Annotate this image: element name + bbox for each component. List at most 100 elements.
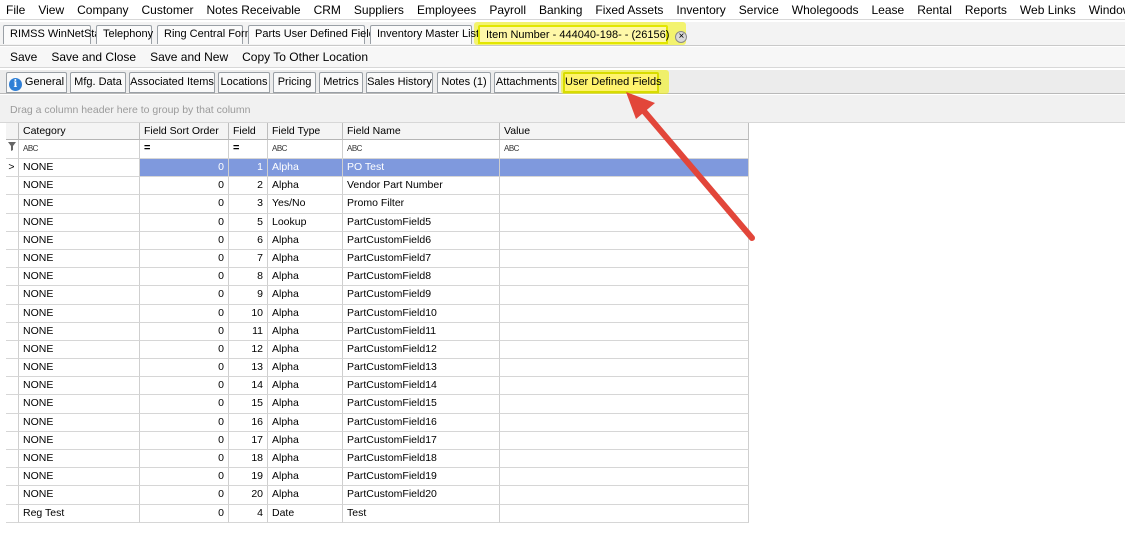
cell-value[interactable] (500, 395, 749, 414)
menu-suppliers[interactable]: Suppliers (354, 3, 404, 17)
menu-fixed-assets[interactable]: Fixed Assets (595, 3, 663, 17)
doc-tab-item-number-444040-198-26156[interactable]: Item Number - 444040-198- - (26156) × (478, 25, 688, 44)
doc-tab-ring-central-form[interactable]: Ring Central Form (157, 25, 254, 44)
save-and-new-button[interactable]: Save and New (150, 50, 228, 64)
copy-to-other-location-button[interactable]: Copy To Other Location (242, 50, 368, 64)
cell-field[interactable]: 4 (229, 504, 268, 523)
cell-category[interactable]: NONE (19, 213, 140, 232)
row-indicator[interactable] (6, 304, 19, 323)
filter-cell-type[interactable]: ABC (268, 140, 343, 159)
row-indicator[interactable] (6, 486, 19, 505)
cell-field[interactable]: 17 (229, 431, 268, 450)
menu-employees[interactable]: Employees (417, 3, 476, 17)
filter-cell-field[interactable]: = (229, 140, 268, 159)
group-by-panel[interactable]: Drag a column header here to group by th… (0, 95, 1125, 123)
column-header-sort[interactable]: Field Sort Order (140, 123, 229, 140)
cell-category[interactable]: NONE (19, 177, 140, 196)
menu-web-links[interactable]: Web Links (1020, 3, 1076, 17)
tab-locations[interactable]: Locations (218, 72, 270, 93)
cell-name[interactable]: PartCustomField8 (343, 268, 500, 287)
cell-value[interactable] (500, 195, 749, 214)
row-indicator[interactable] (6, 195, 19, 214)
cell-field[interactable]: 13 (229, 359, 268, 378)
cell-name[interactable]: Promo Filter (343, 195, 500, 214)
cell-type[interactable]: Alpha (268, 304, 343, 323)
tab-attachments[interactable]: Attachments (494, 72, 559, 93)
cell-field[interactable]: 9 (229, 286, 268, 305)
cell-category[interactable]: NONE (19, 322, 140, 341)
row-indicator[interactable] (6, 359, 19, 378)
column-header-name[interactable]: Field Name (343, 123, 500, 140)
menu-rental[interactable]: Rental (917, 3, 952, 17)
cell-category[interactable]: NONE (19, 304, 140, 323)
cell-name[interactable]: PO Test (343, 159, 500, 178)
cell-category[interactable]: NONE (19, 395, 140, 414)
cell-category[interactable]: NONE (19, 486, 140, 505)
cell-value[interactable] (500, 431, 749, 450)
menu-view[interactable]: View (38, 3, 64, 17)
column-header-category[interactable]: Category (19, 123, 140, 140)
cell-type[interactable]: Alpha (268, 395, 343, 414)
cell-value[interactable] (500, 268, 749, 287)
menu-customer[interactable]: Customer (142, 3, 194, 17)
cell-name[interactable]: Vendor Part Number (343, 177, 500, 196)
row-indicator[interactable]: > (6, 159, 19, 178)
cell-category[interactable]: NONE (19, 359, 140, 378)
cell-field[interactable]: 20 (229, 486, 268, 505)
cell-category[interactable]: NONE (19, 340, 140, 360)
cell-value[interactable] (500, 213, 749, 232)
cell-field[interactable]: 16 (229, 413, 268, 432)
menu-payroll[interactable]: Payroll (489, 3, 526, 17)
tab-pricing[interactable]: Pricing (273, 72, 316, 93)
cell-sort[interactable]: 0 (140, 213, 229, 232)
cell-type[interactable]: Alpha (268, 486, 343, 505)
cell-value[interactable] (500, 322, 749, 341)
cell-name[interactable]: PartCustomField19 (343, 468, 500, 487)
tab-notes-1[interactable]: Notes (1) (437, 72, 491, 93)
cell-sort[interactable]: 0 (140, 486, 229, 505)
cell-name[interactable]: PartCustomField13 (343, 359, 500, 378)
doc-tab-inventory-master-list[interactable]: Inventory Master List (370, 25, 479, 44)
row-indicator[interactable] (6, 450, 19, 469)
filter-cell-value[interactable]: ABC (500, 140, 749, 159)
cell-sort[interactable]: 0 (140, 377, 229, 396)
cell-name[interactable]: PartCustomField12 (343, 340, 500, 360)
cell-field[interactable]: 8 (229, 268, 268, 287)
cell-field[interactable]: 10 (229, 304, 268, 323)
cell-name[interactable]: PartCustomField20 (343, 486, 500, 505)
cell-field[interactable]: 2 (229, 177, 268, 196)
cell-field[interactable]: 11 (229, 322, 268, 341)
cell-sort[interactable]: 0 (140, 431, 229, 450)
cell-type[interactable]: Date (268, 504, 343, 523)
cell-type[interactable]: Alpha (268, 159, 343, 178)
cell-type[interactable]: Alpha (268, 468, 343, 487)
menu-notes-receivable[interactable]: Notes Receivable (207, 3, 301, 17)
column-header-field[interactable]: Field (229, 123, 268, 140)
column-header-value[interactable]: Value (500, 123, 749, 140)
cell-sort[interactable]: 0 (140, 450, 229, 469)
doc-tab-rimss-winnetstar[interactable]: RIMSS WinNetStar (3, 25, 104, 44)
cell-sort[interactable]: 0 (140, 195, 229, 214)
cell-sort[interactable]: 0 (140, 159, 229, 178)
cell-category[interactable]: NONE (19, 249, 140, 269)
cell-value[interactable] (500, 359, 749, 378)
cell-type[interactable]: Alpha (268, 359, 343, 378)
cell-value[interactable] (500, 377, 749, 396)
menu-reports[interactable]: Reports (965, 3, 1007, 17)
cell-type[interactable]: Alpha (268, 450, 343, 469)
row-indicator[interactable] (6, 431, 19, 450)
cell-category[interactable]: NONE (19, 468, 140, 487)
row-indicator[interactable] (6, 286, 19, 305)
cell-sort[interactable]: 0 (140, 231, 229, 250)
filter-cell-category[interactable]: ABC (19, 140, 140, 159)
cell-value[interactable] (500, 304, 749, 323)
cell-field[interactable]: 14 (229, 377, 268, 396)
row-indicator[interactable] (6, 468, 19, 487)
cell-value[interactable] (500, 413, 749, 432)
row-indicator[interactable] (6, 249, 19, 269)
menu-company[interactable]: Company (77, 3, 128, 17)
cell-type[interactable]: Alpha (268, 286, 343, 305)
cell-name[interactable]: PartCustomField15 (343, 395, 500, 414)
tab-general[interactable]: i General (6, 72, 67, 93)
menu-inventory[interactable]: Inventory (676, 3, 725, 17)
